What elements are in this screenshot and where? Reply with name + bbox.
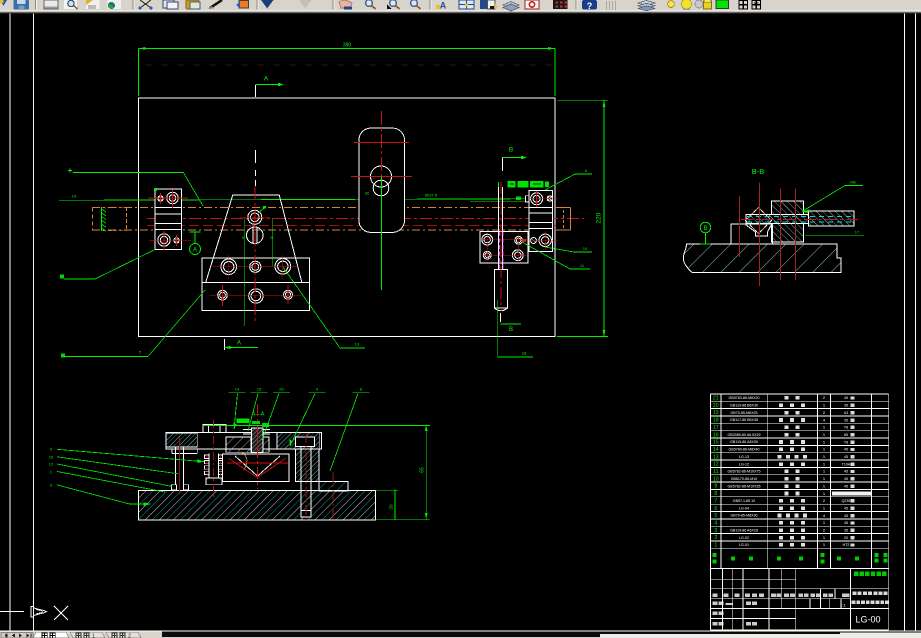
svg-text:T8: T8: [844, 440, 848, 444]
svg-text:13: 13: [713, 454, 719, 460]
svg-text:A—A: A—A: [252, 412, 265, 418]
svg-text:15: 15: [713, 440, 719, 446]
svg-text:A: A: [237, 341, 241, 347]
svg-text:B: B: [509, 147, 513, 154]
svg-text:220: 220: [596, 212, 603, 223]
svg-text:65: 65: [420, 467, 426, 473]
svg-text:11: 11: [713, 469, 718, 475]
svg-text:B: B: [703, 226, 707, 232]
svg-text:A: A: [264, 76, 269, 83]
svg-text:45: 45: [844, 477, 848, 481]
svg-text:1: 1: [92, 634, 95, 638]
svg-text:GB79-85-M8X30: GB79-85-M8X30: [731, 514, 758, 518]
svg-text:20: 20: [713, 403, 719, 409]
svg-text:45: 45: [844, 455, 848, 459]
svg-text:5: 5: [714, 513, 717, 519]
svg-text:A: A: [193, 248, 197, 254]
svg-text:45: 45: [844, 484, 848, 488]
svg-text:M8: M8: [850, 180, 856, 185]
svg-text:LG-04: LG-04: [739, 506, 749, 510]
svg-text:GB5782-86-M10X35: GB5782-86-M10X35: [728, 484, 761, 488]
svg-text:35: 35: [844, 418, 848, 422]
svg-text:GB5780-86-M8X40: GB5780-86-M8X40: [729, 448, 760, 452]
svg-text:B-B: B-B: [752, 167, 765, 176]
svg-text:3: 3: [714, 528, 717, 534]
svg-text:GB119-86 B6X30: GB119-86 B6X30: [730, 403, 758, 407]
svg-text:16: 16: [713, 432, 719, 438]
svg-text:45: 45: [844, 521, 848, 525]
svg-text:30: 30: [365, 191, 370, 196]
svg-text:6: 6: [714, 506, 717, 512]
svg-text:14: 14: [713, 447, 719, 453]
svg-text:B: B: [509, 327, 513, 333]
svg-text:LG-00: LG-00: [855, 615, 880, 625]
svg-text:65: 65: [844, 433, 848, 437]
svg-text:35: 35: [844, 529, 848, 533]
svg-text:10: 10: [583, 246, 588, 251]
svg-text:18: 18: [713, 418, 719, 424]
svg-text:6027.5: 6027.5: [425, 193, 438, 198]
svg-text:GB119-86 A6X28: GB119-86 A6X28: [730, 528, 758, 532]
svg-text:GB119-86 A8X30: GB119-86 A8X30: [730, 440, 758, 444]
svg-text:LG-13: LG-13: [739, 455, 749, 459]
svg-text:16: 16: [49, 455, 54, 460]
svg-text:10: 10: [713, 476, 719, 482]
svg-text:12: 12: [49, 462, 54, 467]
svg-text:GB97.1-85 10: GB97.1-85 10: [733, 499, 755, 503]
svg-text:45: 45: [844, 470, 848, 474]
svg-text:HT2: HT2: [843, 543, 850, 547]
svg-text:35: 35: [844, 404, 848, 408]
svg-text:12: 12: [713, 462, 719, 468]
svg-text:20: 20: [389, 504, 394, 510]
svg-text:A: A: [440, 1, 447, 11]
svg-text:20: 20: [279, 386, 284, 391]
svg-text:390: 390: [343, 43, 352, 49]
svg-text:GB5782-86-M10X75: GB5782-86-M10X75: [728, 470, 761, 474]
svg-text:A3: A3: [844, 411, 848, 415]
svg-text:1: 1: [714, 543, 717, 549]
svg-text:45: 45: [844, 514, 848, 518]
svg-text:19: 19: [72, 194, 77, 199]
svg-text:7: 7: [714, 498, 717, 504]
svg-text:17: 17: [855, 229, 860, 234]
svg-text:2: 2: [128, 634, 131, 638]
svg-text:8: 8: [714, 491, 717, 497]
svg-text:2: 2: [714, 535, 717, 541]
svg-text:18: 18: [522, 351, 527, 356]
svg-text:T8: T8: [844, 426, 848, 430]
svg-text:GB117-86 B5X45: GB117-86 B5X45: [730, 418, 758, 422]
svg-text:45: 45: [844, 396, 848, 400]
svg-text:?: ?: [587, 1, 593, 11]
svg-text:Q235: Q235: [842, 499, 851, 503]
svg-text:4: 4: [714, 520, 717, 526]
svg-text:LG-12: LG-12: [739, 462, 749, 466]
svg-text:20: 20: [844, 536, 848, 540]
svg-text:45: 45: [844, 506, 848, 510]
svg-text:14: 14: [235, 386, 240, 391]
svg-text:21: 21: [713, 396, 719, 402]
svg-text:LG-02: LG-02: [739, 536, 749, 540]
svg-text:9: 9: [714, 484, 717, 490]
svg-text:GB2089-80 A6.5X29: GB2089-80 A6.5X29: [728, 433, 761, 437]
svg-text:GB70-85-M6X25: GB70-85-M6X25: [731, 411, 758, 415]
svg-text:1:1: 1:1: [840, 603, 846, 608]
svg-text:GB5783-86-M6X20: GB5783-86-M6X20: [729, 396, 760, 400]
svg-text:19: 19: [713, 410, 719, 416]
svg-text:LG-01: LG-01: [739, 543, 749, 547]
svg-text:17: 17: [713, 425, 719, 431]
svg-text:15: 15: [257, 386, 262, 391]
svg-text:45: 45: [844, 448, 848, 452]
svg-text:13: 13: [355, 342, 360, 347]
svg-text:GB6170-86-M10: GB6170-86-M10: [731, 477, 758, 481]
svg-text:T10A: T10A: [842, 462, 851, 466]
